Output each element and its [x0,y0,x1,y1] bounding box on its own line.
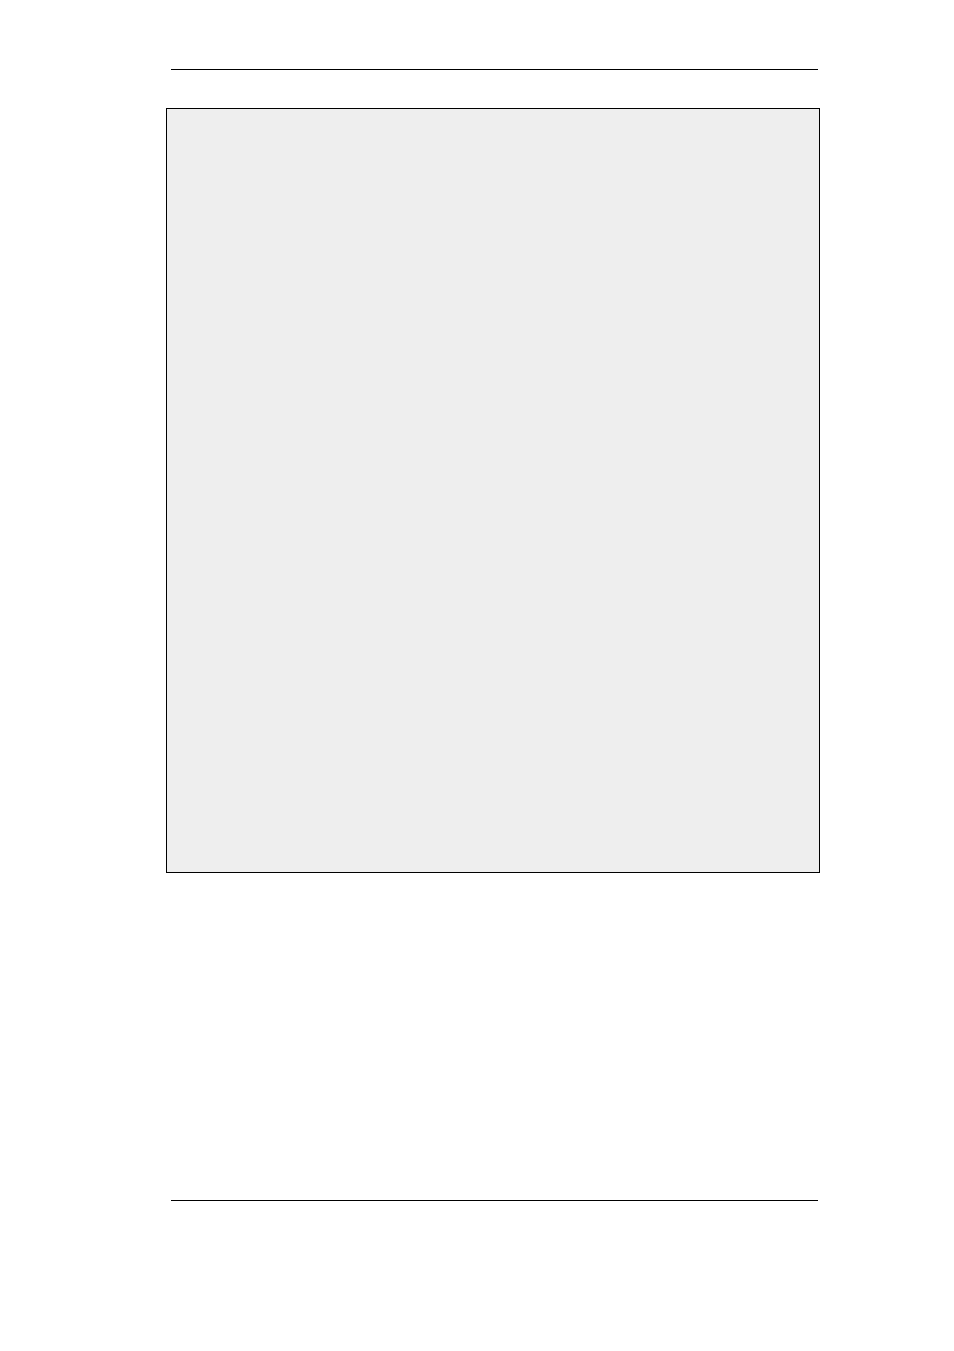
header-rule [171,69,818,70]
footer-rule [171,1200,818,1201]
document-page [0,0,954,1351]
content-placeholder-box [166,108,820,873]
